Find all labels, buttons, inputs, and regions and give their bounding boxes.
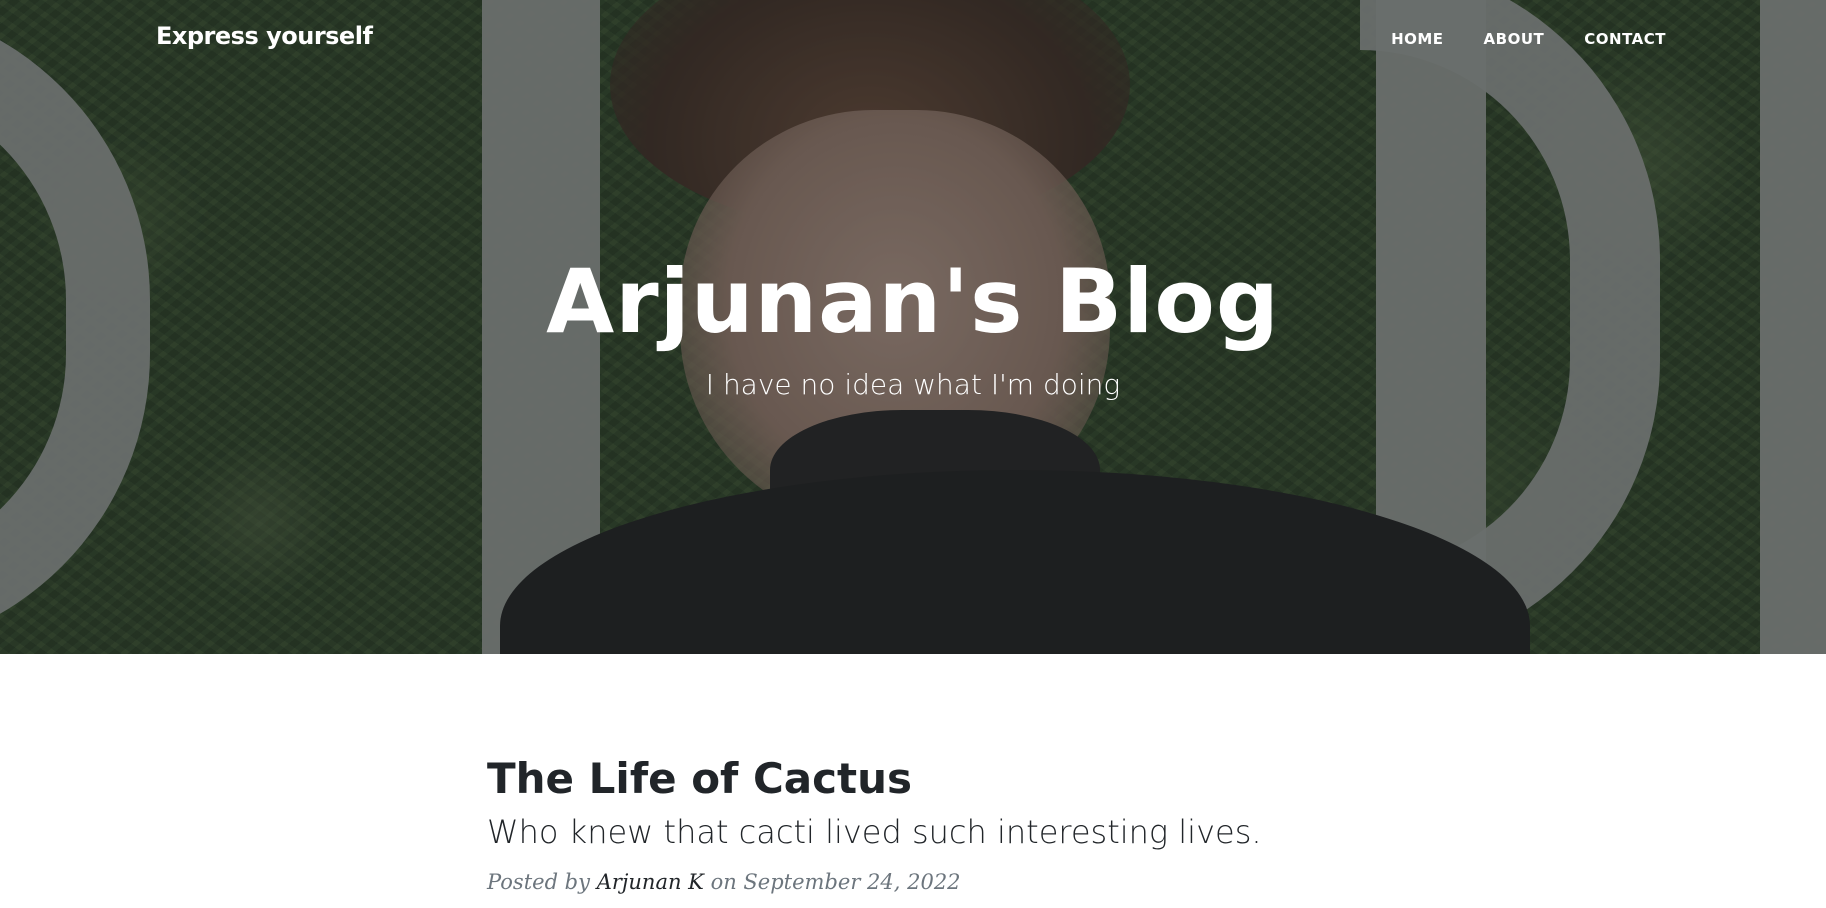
site-title: Arjunan's Blog	[546, 250, 1280, 353]
post-title: The Life of Cactus	[487, 754, 912, 803]
site-subtitle: I have no idea what I'm doing	[705, 368, 1121, 401]
nav-links: HOME ABOUT CONTACT	[1391, 30, 1666, 48]
post-meta-prefix: Posted by	[487, 870, 590, 894]
main-navbar: Express yourself HOME ABOUT CONTACT	[0, 0, 1826, 80]
post-link[interactable]: The Life of Cactus Who knew that cacti l…	[487, 750, 1387, 854]
post-author-link[interactable]: Arjunan K	[597, 870, 704, 894]
post-preview: The Life of Cactus Who knew that cacti l…	[487, 750, 1387, 896]
brand-link[interactable]: Express yourself	[156, 22, 373, 50]
nav-link-contact[interactable]: CONTACT	[1584, 30, 1666, 48]
site-heading: Arjunan's Blog I have no idea what I'm d…	[0, 248, 1826, 402]
post-date: on September 24, 2022	[710, 870, 961, 894]
nav-link-home[interactable]: HOME	[1391, 30, 1443, 48]
nav-link-about[interactable]: ABOUT	[1484, 30, 1545, 48]
hero-header: Express yourself HOME ABOUT CONTACT Arju…	[0, 0, 1826, 654]
post-subtitle: Who knew that cacti lived such interesti…	[487, 813, 1262, 851]
post-meta: Posted by Arjunan K on September 24, 202…	[487, 868, 1387, 896]
